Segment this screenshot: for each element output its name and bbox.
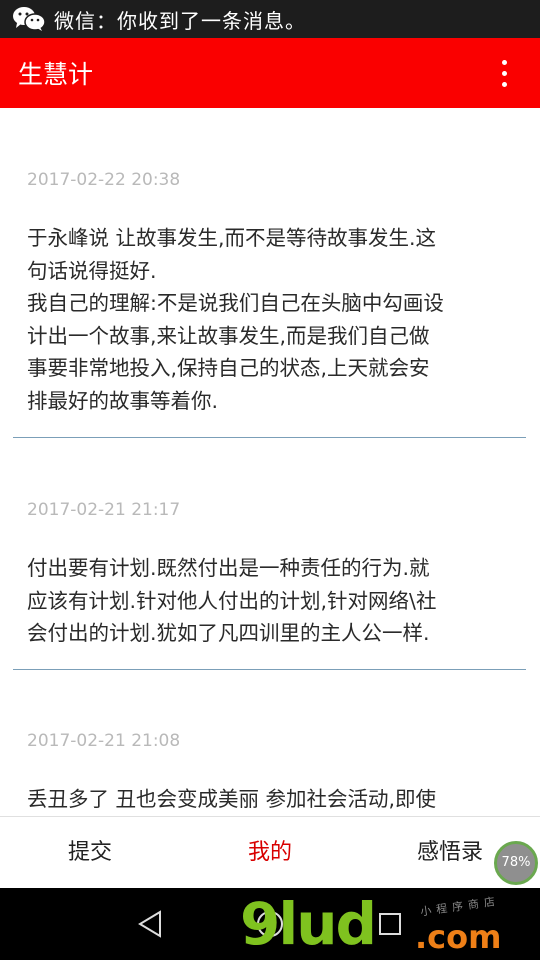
status-bar: 微信：你收到了一条消息。 [0,0,540,38]
tab-submit[interactable]: 提交 [10,817,170,889]
divider [13,669,526,670]
back-icon[interactable] [138,910,161,938]
watermark-suffix: .com [415,918,502,956]
watermark-logo: 9lud [240,890,377,958]
overflow-menu-icon[interactable] [484,43,524,103]
app-title: 生慧计 [18,60,94,89]
entry-date: 2017-02-21 21:17 [27,500,181,520]
progress-badge[interactable]: 78% [494,841,538,885]
entry-list[interactable]: 2017-02-22 20:38 于永峰说 让故事发生,而不是等待故事发生.这 … [0,108,540,816]
wechat-icon [12,6,46,32]
entry-text: 丢丑多了 丑也会变成美丽 参加社会活动,即使 [27,787,437,811]
tab-mine[interactable]: 我的 [190,817,350,889]
entry-date: 2017-02-22 20:38 [27,170,181,190]
divider [13,437,526,438]
app-bar: 生慧计 [0,38,540,108]
list-item[interactable]: 2017-02-21 21:17 付出要有计划.既然付出是一种责任的行为.就 应… [13,500,526,670]
notification-text: 微信：你收到了一条消息。 [54,8,306,33]
entry-text: 付出要有计划.既然付出是一种责任的行为.就 应该有计划.针对他人付出的计划,针对… [27,556,437,646]
list-item[interactable]: 2017-02-21 21:08 丢丑多了 丑也会变成美丽 参加社会活动,即使 [13,731,526,816]
list-item[interactable]: 2017-02-22 20:38 于永峰说 让故事发生,而不是等待故事发生.这 … [13,170,526,438]
bottom-tab-bar: 提交 我的 感悟录 [0,816,540,889]
entry-date: 2017-02-21 21:08 [27,731,181,751]
entry-text: 于永峰说 让故事发生,而不是等待故事发生.这 句话说得挺好. 我自己的理解:不是… [27,226,444,413]
recents-icon[interactable] [379,913,401,935]
